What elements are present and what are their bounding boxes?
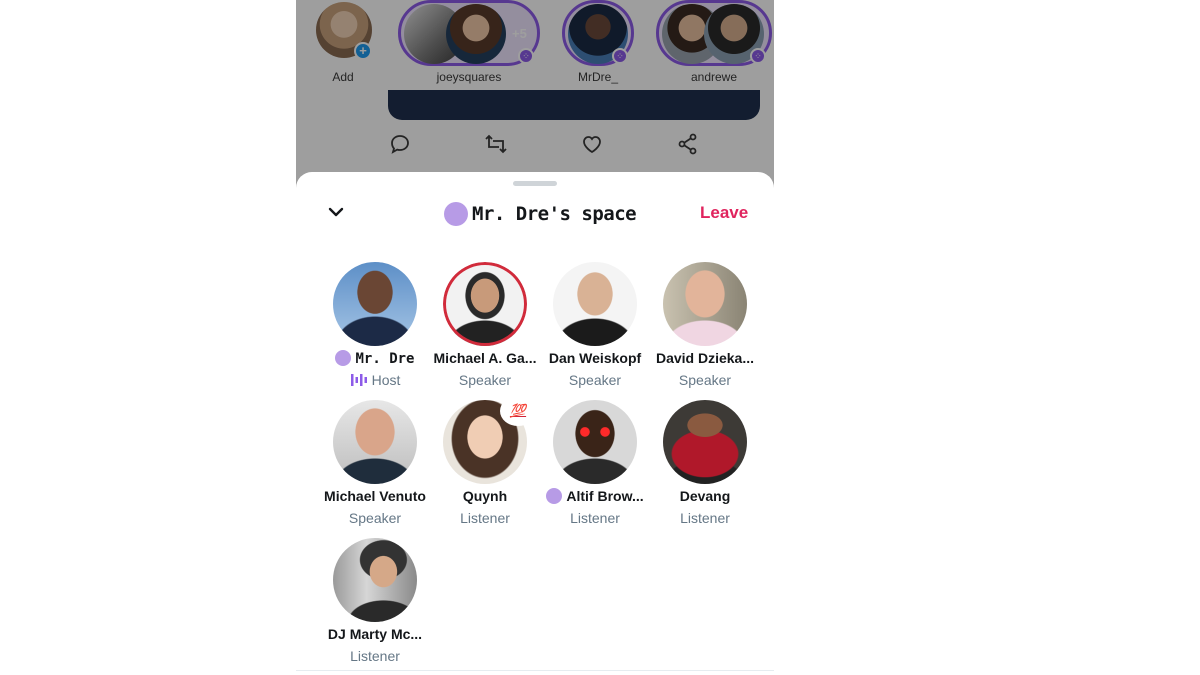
participant-avatar — [333, 262, 417, 346]
participant-card[interactable]: Michael Venuto Speaker — [320, 400, 430, 530]
participant-card[interactable]: Altif Brow... Listener — [540, 400, 650, 530]
drag-handle[interactable] — [513, 181, 557, 186]
host-avatar-dot — [444, 202, 468, 226]
divider — [296, 670, 774, 671]
participant-name-text: Altif Brow... — [566, 488, 644, 504]
participant-role: Speaker — [458, 372, 512, 388]
participant-name: Altif Brow... — [532, 488, 658, 504]
participant-role: Listener — [350, 648, 400, 664]
participant-role: Listener — [570, 510, 620, 526]
speaking-icon — [350, 374, 367, 386]
participant-name: Mr. Dre — [312, 350, 438, 367]
participant-name: Michael A. Ga... — [433, 350, 537, 366]
participant-role: Listener — [460, 510, 510, 526]
space-header: Mr. Dre's space — [444, 200, 637, 228]
participant-name: DJ Marty Mc... — [327, 626, 423, 642]
participant-card[interactable]: Mr. Dre Host — [320, 262, 430, 392]
participant-name-text: Mr. Dre — [355, 351, 415, 367]
participant-name: Michael Venuto — [324, 488, 426, 504]
participant-role: Listener — [680, 510, 730, 526]
participant-role: Host — [320, 372, 430, 388]
status-dot — [546, 488, 563, 504]
participant-name: Devang — [679, 488, 731, 504]
space-sheet: Mr. Dre's space Leave Mr. Dre Host Micha… — [296, 172, 774, 675]
participant-card[interactable]: Devang Listener — [650, 400, 760, 530]
leave-button[interactable]: Leave — [700, 203, 748, 223]
participant-role: Speaker — [348, 510, 402, 526]
participant-avatar — [663, 400, 747, 484]
participant-name: David Dzieka... — [655, 350, 755, 366]
participant-name: Quynh — [462, 488, 508, 504]
phone-screen: + Add +5 ⁘ joeysquares ⁘ MrDre_ ⁘ andrew… — [296, 0, 774, 675]
host-status-dot — [335, 350, 352, 366]
participant-avatar — [443, 262, 527, 346]
space-title: Mr. Dre's space — [472, 203, 637, 225]
modal-overlay[interactable] — [296, 0, 774, 190]
participant-card[interactable]: Michael A. Ga... Speaker — [430, 262, 540, 392]
participant-role-text: Host — [371, 372, 401, 388]
participant-role: Speaker — [568, 372, 622, 388]
participant-avatar — [553, 262, 637, 346]
participant-role: Speaker — [678, 372, 732, 388]
participant-card[interactable]: 💯 Quynh Listener — [430, 396, 540, 530]
participant-card[interactable]: David Dzieka... Speaker — [650, 262, 760, 392]
participant-card[interactable]: Dan Weiskopf Speaker — [540, 262, 650, 392]
participant-avatar — [553, 400, 637, 484]
participant-card[interactable]: DJ Marty Mc... Listener — [320, 538, 430, 668]
chevron-down-icon[interactable] — [326, 202, 346, 222]
participant-avatar — [333, 538, 417, 622]
participant-avatar — [663, 262, 747, 346]
participant-name: Dan Weiskopf — [548, 350, 642, 366]
hundred-points-icon: 💯 — [500, 396, 536, 426]
participant-avatar — [333, 400, 417, 484]
